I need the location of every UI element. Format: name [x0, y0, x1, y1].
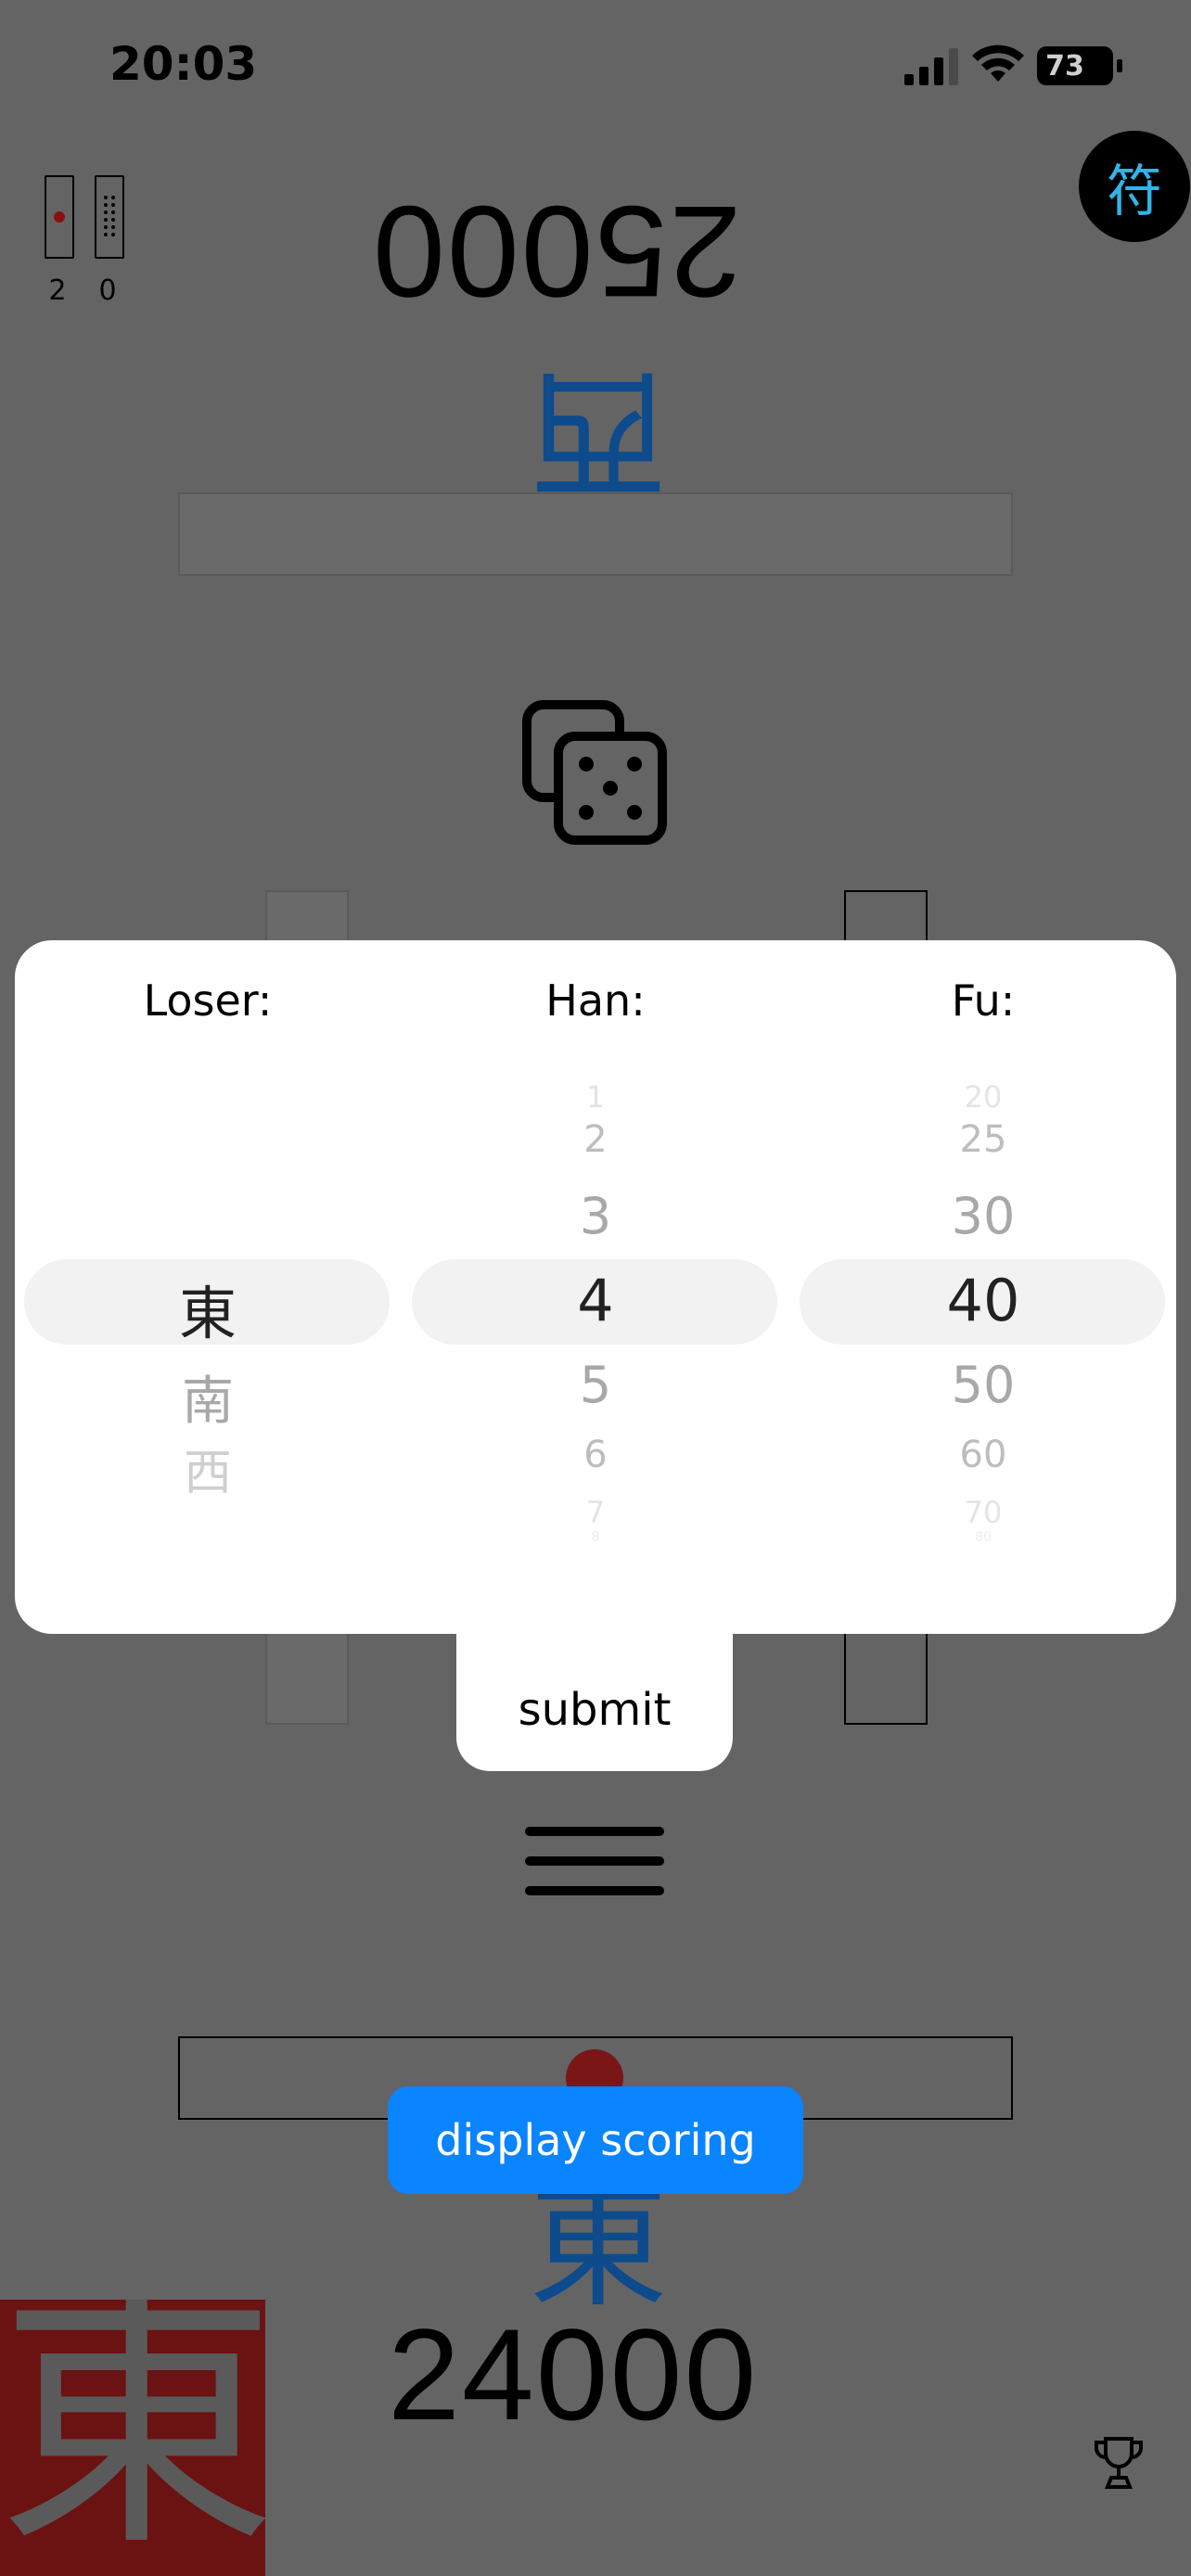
- han-option[interactable]: 5: [456, 1356, 735, 1414]
- fu-column-title: Fu:: [951, 976, 1016, 1026]
- wifi-icon: [972, 45, 1024, 82]
- cellular-signal-icon: [904, 48, 958, 85]
- han-option[interactable]: 8: [456, 1530, 735, 1545]
- han-option[interactable]: 6: [456, 1434, 735, 1476]
- display-scoring-label: display scoring: [435, 2115, 756, 2165]
- fu-option[interactable]: 80: [844, 1530, 1122, 1545]
- riichi-stick-count: 2: [48, 274, 67, 307]
- han-option[interactable]: 1: [456, 1079, 735, 1115]
- fu-option[interactable]: 60: [844, 1434, 1122, 1476]
- loser-option[interactable]: 西: [69, 1434, 347, 1503]
- fu-option[interactable]: 50: [844, 1356, 1122, 1414]
- riichi-stick-icon: [45, 175, 74, 259]
- honba-stick-count: 0: [98, 274, 117, 307]
- honba-stick-icon: [95, 175, 124, 259]
- trophy-icon[interactable]: [1091, 2435, 1146, 2491]
- fu-option-selected[interactable]: 40: [844, 1267, 1122, 1334]
- top-player-score: 25000: [371, 179, 742, 325]
- han-option[interactable]: 3: [456, 1187, 735, 1245]
- han-option-selected[interactable]: 4: [456, 1267, 735, 1334]
- fu-option[interactable]: 30: [844, 1187, 1122, 1245]
- fu-option[interactable]: 20: [844, 1079, 1122, 1115]
- bottom-player-score: 24000: [388, 2302, 759, 2447]
- status-time: 20:03: [109, 37, 258, 91]
- dice-icon[interactable]: [521, 699, 668, 846]
- han-column-title: Han:: [545, 976, 646, 1026]
- battery-level: 73: [1045, 49, 1084, 83]
- submit-button[interactable]: submit: [456, 1613, 733, 1771]
- top-player-riichi-area[interactable]: [178, 492, 1013, 576]
- fu-table-button[interactable]: 符: [1079, 131, 1190, 242]
- fu-button-label: 符: [1107, 159, 1162, 224]
- menu-icon[interactable]: [525, 1825, 664, 1897]
- dealer-wind-indicator: 東: [0, 2300, 265, 2576]
- battery-icon: 73: [1037, 46, 1122, 85]
- fu-option[interactable]: 70: [844, 1495, 1122, 1530]
- han-option[interactable]: 2: [456, 1118, 735, 1161]
- dealer-wind-char: 東: [0, 2300, 265, 2576]
- loser-option[interactable]: 東: [69, 1267, 347, 1350]
- han-option[interactable]: 7: [456, 1495, 735, 1530]
- display-scoring-button[interactable]: display scoring: [388, 2086, 803, 2194]
- loser-option[interactable]: 南: [69, 1359, 347, 1435]
- fu-option[interactable]: 25: [844, 1118, 1122, 1161]
- battery-nub: [1117, 59, 1122, 72]
- loser-column-title: Loser:: [143, 976, 273, 1026]
- submit-label: submit: [518, 1684, 672, 1736]
